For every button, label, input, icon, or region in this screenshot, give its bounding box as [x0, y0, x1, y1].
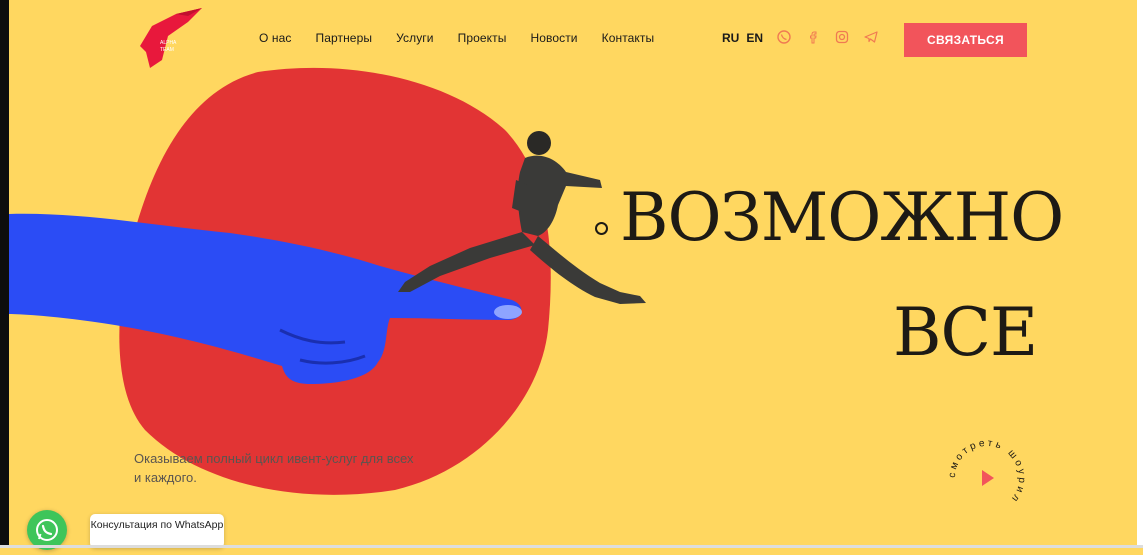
- logo[interactable]: ALPHA TEAM: [138, 8, 204, 72]
- language-switcher: RU EN: [722, 31, 763, 45]
- logo-text-top: ALPHA: [160, 40, 177, 46]
- lang-en[interactable]: EN: [746, 31, 763, 45]
- nav-item-services[interactable]: Услуги: [396, 31, 434, 45]
- instagram-icon[interactable]: [834, 29, 852, 47]
- social-links: [776, 29, 881, 47]
- contact-button[interactable]: связаться: [904, 23, 1027, 57]
- play-icon: [982, 470, 994, 486]
- nav-item-projects[interactable]: Проекты: [458, 31, 507, 45]
- main-nav: О нас Партнеры Услуги Проекты Новости Ко…: [259, 31, 678, 45]
- whatsapp-tooltip[interactable]: Консультация по WhatsApp: [90, 514, 224, 548]
- hero-title-line2: ВСЕ: [893, 294, 1038, 371]
- logo-text-bottom: TEAM: [160, 47, 174, 53]
- hero-subtitle: Оказываем полный цикл ивент-услуг для вс…: [134, 451, 414, 485]
- nav-item-about[interactable]: О нас: [259, 31, 291, 45]
- hero-title-line1: ВОЗМОЖНО: [620, 179, 1064, 256]
- showreel-label: смотреть шоурил: [947, 438, 1027, 506]
- whatsapp-chat-button[interactable]: [27, 510, 67, 550]
- whatsapp-icon: [36, 519, 58, 541]
- facebook-icon[interactable]: [805, 29, 823, 47]
- nav-item-news[interactable]: Новости: [530, 31, 577, 45]
- telegram-icon[interactable]: [863, 29, 881, 47]
- showreel-button[interactable]: смотреть шоурил: [942, 433, 1032, 523]
- lang-ru[interactable]: RU: [722, 31, 739, 45]
- headline-dot: [595, 222, 608, 235]
- nav-item-contacts[interactable]: Контакты: [602, 31, 655, 45]
- whatsapp-icon[interactable]: [776, 29, 794, 47]
- nav-item-partners[interactable]: Партнеры: [315, 31, 372, 45]
